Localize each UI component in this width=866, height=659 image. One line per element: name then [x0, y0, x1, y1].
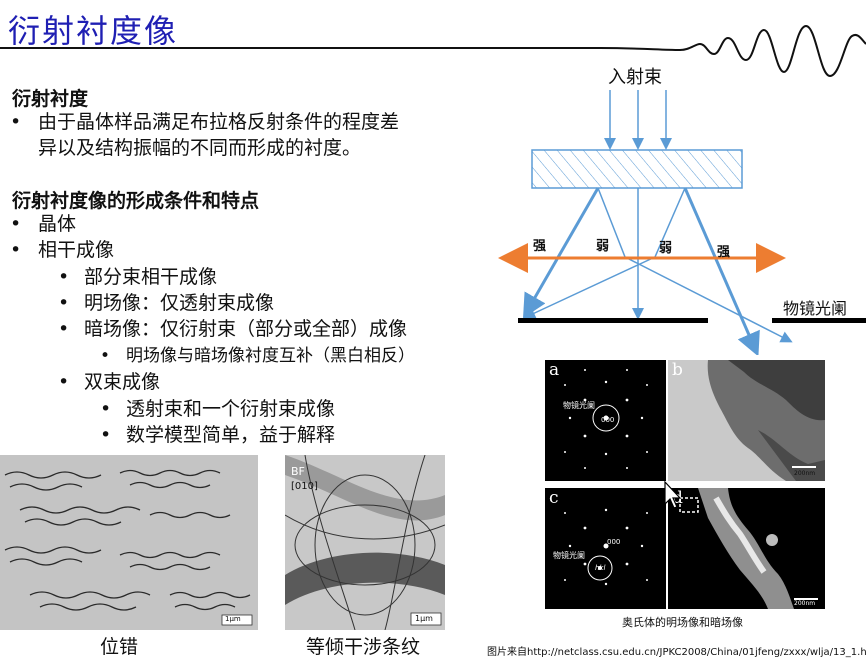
- index-000-a: 000: [601, 416, 615, 424]
- bullet-dot: •: [100, 424, 112, 446]
- bend-contour-micrograph: BF [010] 1μm: [285, 455, 445, 630]
- dislocation-micrograph: 1μm: [0, 455, 258, 630]
- section-heading-conditions: 衍射衬度像的形成条件和特点: [12, 190, 260, 212]
- incident-beam-label: 入射束: [608, 67, 662, 88]
- bullet-dot: •: [10, 213, 22, 235]
- scale-label-fringe: 1μm: [415, 614, 433, 623]
- list-item-crystal: 晶体: [38, 213, 77, 235]
- index-hkl-c: hkl: [595, 564, 606, 572]
- index-000-c: 000: [607, 538, 621, 546]
- label-weak-left: 弱: [596, 239, 610, 254]
- label-strong-left: 强: [533, 239, 547, 254]
- list-item-partial-beam: 部分束相干成像: [84, 266, 218, 288]
- panel-label-c: c: [549, 488, 559, 508]
- bullet-dot: •: [58, 266, 70, 288]
- objective-aperture-label: 物镜光阑: [783, 299, 848, 318]
- list-item-dark-field: 暗场像：仅衍射束（部分或全部）成像: [84, 318, 408, 340]
- section-heading-diffraction-contrast: 衍射衬度: [12, 88, 89, 110]
- dark-field-image-d: d 200nm: [668, 488, 825, 609]
- micrograph-caption: 奥氏体的明场像和暗场像: [622, 616, 743, 629]
- panel-label-a: a: [549, 360, 560, 380]
- aperture-small-label-a: 物镜光阑: [563, 401, 595, 410]
- aperture-small-label-c: 物镜光阑: [553, 551, 585, 560]
- dislocation-caption: 位错: [100, 636, 139, 658]
- label-weak-right: 弱: [659, 241, 673, 256]
- definition-line-2: 异以及结构振幅的不同而形成的衬度。: [38, 137, 362, 159]
- list-item-two-beam: 双束成像: [84, 371, 161, 393]
- list-item-two-beam-desc: 透射束和一个衍射束成像: [126, 398, 336, 420]
- bullet-dot: •: [58, 292, 70, 314]
- mouse-cursor-icon: [664, 480, 682, 509]
- diffraction-pattern-a: a 物镜光阑 000: [545, 360, 666, 481]
- panel-label-b: b: [672, 360, 683, 380]
- bullet-dot: •: [58, 371, 70, 393]
- bright-field-image-b: b 200nm: [668, 360, 825, 481]
- list-item-bright-field: 明场像：仅透射束成像: [84, 292, 275, 314]
- bullet-dot: •: [100, 398, 112, 420]
- fringe-caption: 等倾干涉条纹: [306, 636, 421, 658]
- zone-axis-label: [010]: [291, 481, 318, 492]
- list-item-coherent-imaging: 相干成像: [38, 239, 115, 261]
- diffraction-pattern-c: c 物镜光阑 000 hkl: [545, 488, 666, 609]
- bullet-dot: •: [10, 111, 22, 133]
- scale-label-dislocation: 1μm: [225, 615, 241, 623]
- list-item-complementary: 明场像与暗场像衬度互补（黑白相反）: [126, 346, 415, 366]
- bullet-dot: •: [10, 239, 22, 261]
- list-item-simple-model: 数学模型简单，益于解释: [126, 424, 336, 446]
- scale-label-b: 200nm: [794, 470, 816, 477]
- label-strong-right: 强: [717, 245, 731, 260]
- image-source-text: 图片来自http://netclass.csu.edu.cn/JPKC2008/…: [487, 647, 866, 658]
- bullet-dot: •: [100, 346, 111, 366]
- scale-label-d: 200nm: [794, 600, 816, 607]
- bullet-dot: •: [58, 318, 70, 340]
- definition-line-1: 由于晶体样品满足布拉格反射条件的程度差: [38, 111, 400, 133]
- bf-label: BF: [291, 465, 305, 478]
